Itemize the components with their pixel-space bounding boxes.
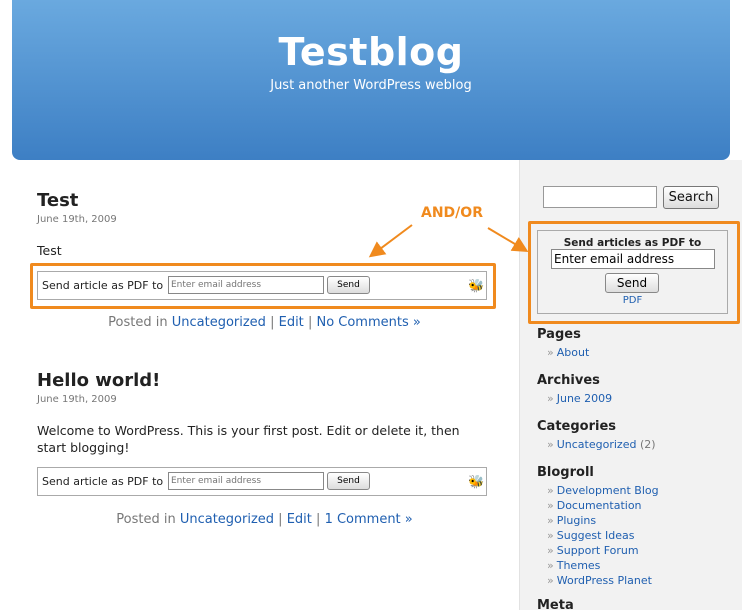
meta-separator: | [278,512,283,527]
categories-heading: Categories [537,419,617,434]
pdf-send-button[interactable]: Send [327,472,370,490]
pdf-widget-email-input[interactable] [551,249,715,269]
edit-link[interactable]: Edit [287,512,312,527]
pdf-widget-send-button[interactable]: Send [605,273,659,293]
post-date: June 19th, 2009 [37,394,117,405]
category-link[interactable]: Uncategorized [172,315,266,330]
post-title[interactable]: Hello world! [37,370,160,391]
sidebar-item-development-blog[interactable]: » Development Blog [547,483,659,498]
pages-heading: Pages [537,327,581,342]
sidebar-item-plugins[interactable]: » Plugins [547,513,659,528]
pdf-widget-link[interactable]: PDF [538,295,727,306]
sidebar-item-suggest-ideas[interactable]: » Suggest Ideas [547,528,659,543]
sidebar-item-june-2009[interactable]: » June 2009 [547,391,612,406]
edit-link[interactable]: Edit [279,315,304,330]
blogroll-list: » Development Blog » Documentation » Plugin… [547,483,659,588]
post-title[interactable]: Test [37,190,78,211]
posted-in-label: Posted in [116,512,176,527]
post-body: Test [37,243,62,258]
post-hello-world: Hello world! June 19th, 2009 Welcome to … [37,370,492,540]
comments-link[interactable]: 1 Comment » [325,512,413,527]
and-or-annotation: AND/OR [421,205,483,221]
comments-link[interactable]: No Comments » [316,315,420,330]
sidebar-item-support-forum[interactable]: » Support Forum [547,543,659,558]
category-link[interactable]: Uncategorized [180,512,274,527]
pdf-send-label: Send article as PDF to [42,475,164,488]
blog-title[interactable]: Testblog [12,30,730,74]
archives-list: » June 2009 [547,391,612,406]
meta-separator: | [316,512,321,527]
pdf-send-bar: Send article as PDF to Send 🐝 [37,467,487,496]
blog-description: Just another WordPress weblog [270,78,472,93]
blog-header: Testblog Just another WordPress weblog [12,0,730,160]
meta-separator: | [270,315,275,330]
pdf-widget: Send articles as PDF to Send PDF [537,230,728,314]
sidebar-item-themes[interactable]: » Themes [547,558,659,573]
post-meta: Posted in Uncategorized | Edit | 1 Comme… [37,512,492,527]
posted-in-label: Posted in [108,315,168,330]
archives-heading: Archives [537,373,600,388]
sidebar-item-uncategorized[interactable]: » Uncategorized (2) [547,437,656,452]
categories-list: » Uncategorized (2) [547,437,656,452]
blogroll-heading: Blogroll [537,465,594,480]
post-body: Welcome to WordPress. This is your first… [37,423,460,455]
post-meta: Posted in Uncategorized | Edit | No Comm… [37,315,492,330]
sidebar-item-documentation[interactable]: » Documentation [547,498,659,513]
search-input[interactable] [543,186,657,208]
post-date: June 19th, 2009 [37,214,117,225]
pdf-email-input[interactable] [168,472,324,490]
meta-separator: | [307,315,313,330]
post-pdf-highlight [30,263,496,309]
pdf-logo-icon[interactable]: 🐝 [468,475,484,490]
sidebar-item-wordpress-planet[interactable]: » WordPress Planet [547,573,659,588]
pages-list: » About [547,345,589,360]
meta-heading: Meta [537,598,574,613]
sidebar-item-about[interactable]: » About [547,345,589,360]
search-button[interactable]: Search [663,186,719,209]
pdf-widget-title: Send articles as PDF to [563,237,702,249]
